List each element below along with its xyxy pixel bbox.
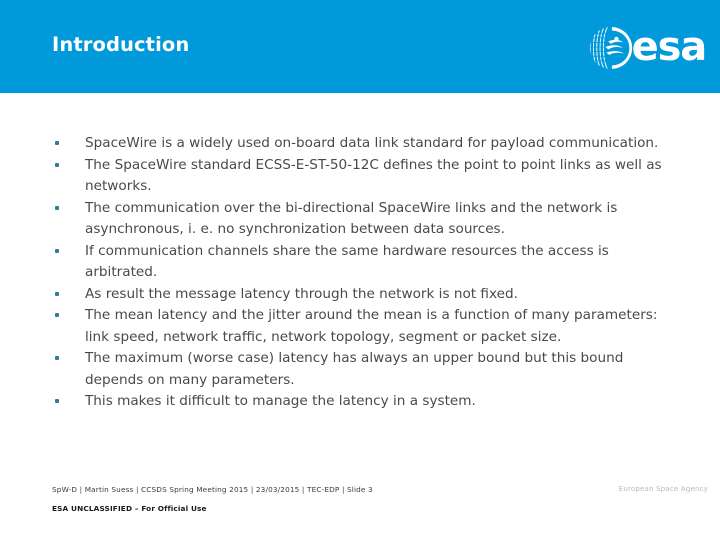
- list-item-text: As result the message latency through th…: [85, 285, 518, 302]
- list-item-text: This makes it difficult to manage the la…: [85, 393, 476, 409]
- bullet-icon: [55, 205, 59, 210]
- list-item-text: The mean latency and the jitter around t…: [85, 307, 658, 345]
- list-item: The communication over the bi-directiona…: [52, 198, 677, 241]
- esa-wordmark: esa: [631, 24, 708, 70]
- esa-logo: esa: [588, 23, 708, 73]
- list-item: The maximum (worse case) latency has alw…: [52, 348, 677, 391]
- slide-header: Introduction esa: [0, 0, 720, 93]
- footer-reference: SpW-D | Martin Suess | CCSDS Spring Meet…: [52, 485, 373, 494]
- bullet-icon: [55, 313, 59, 317]
- bullet-icon: [55, 162, 59, 167]
- list-item: SpaceWire is a widely used on-board data…: [52, 133, 677, 155]
- bullet-icon: [55, 356, 59, 360]
- footer-classification: ESA UNCLASSIFIED – For Official Use: [52, 504, 207, 513]
- list-item: This makes it difficult to manage the la…: [52, 391, 677, 413]
- list-item-text: If communication channels share the same…: [85, 242, 609, 281]
- list-item: The SpaceWire standard ECSS-E-ST-50-12C …: [52, 155, 677, 198]
- bullet-icon: [55, 248, 59, 253]
- slide-footer: SpW-D | Martin Suess | CCSDS Spring Meet…: [0, 478, 720, 540]
- list-item: As result the message latency through th…: [52, 284, 677, 306]
- list-item-text: The SpaceWire standard ECSS-E-ST-50-12C …: [85, 156, 662, 195]
- page-title: Introduction: [52, 33, 190, 56]
- bullet-icon: [55, 141, 59, 145]
- slide-content: SpaceWire is a widely used on-board data…: [0, 93, 720, 478]
- list-item: If communication channels share the same…: [52, 241, 677, 284]
- list-item: The mean latency and the jitter around t…: [52, 305, 677, 348]
- list-item-text: The communication over the bi-directiona…: [85, 199, 618, 238]
- bullet-icon: [55, 399, 59, 403]
- bullet-list: SpaceWire is a widely used on-board data…: [52, 133, 677, 413]
- list-item-text: SpaceWire is a widely used on-board data…: [85, 135, 659, 151]
- bullet-icon: [55, 291, 59, 296]
- esa-globe-icon: [589, 26, 632, 70]
- footer-agency-name: European Space Agency: [618, 485, 708, 493]
- list-item-text: The maximum (worse case) latency has alw…: [85, 350, 624, 388]
